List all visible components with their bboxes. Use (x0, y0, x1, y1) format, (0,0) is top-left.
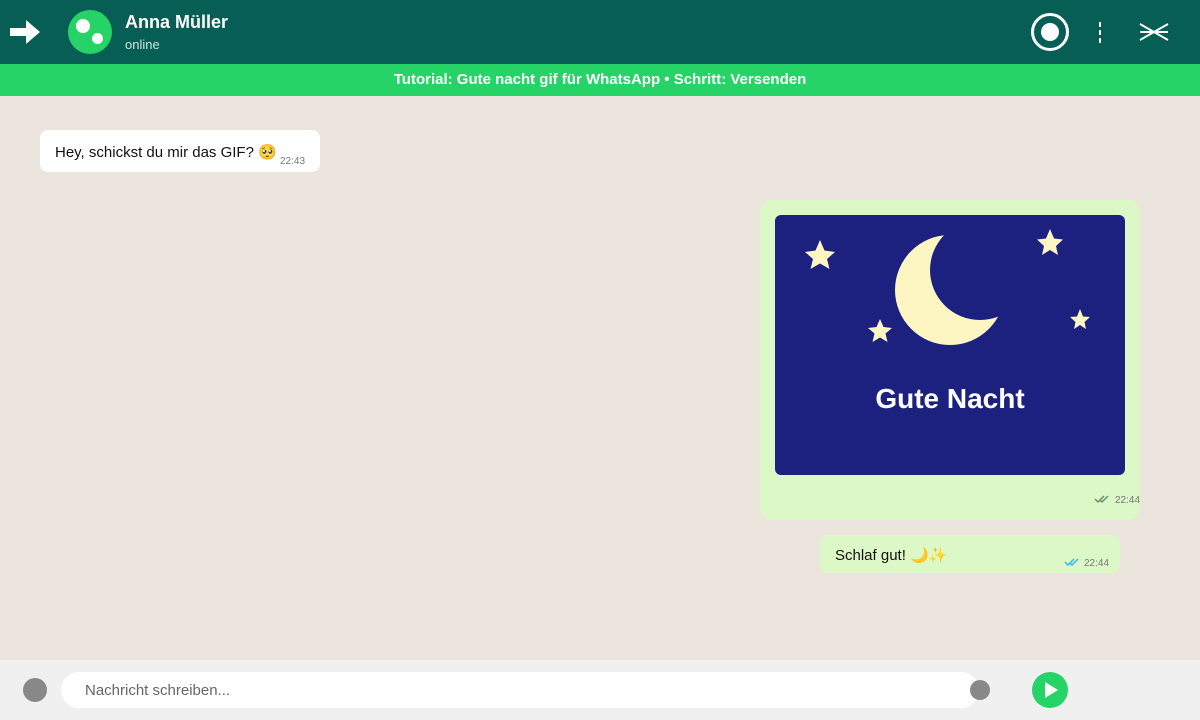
message-time: 22:43 (280, 156, 306, 167)
gif-title: Gute Nacht (875, 383, 1025, 414)
contact-status: online (125, 37, 160, 52)
contact-avatar[interactable] (68, 10, 112, 54)
star-icon (1037, 229, 1063, 255)
emoji-icon[interactable] (23, 678, 47, 702)
star-icon (805, 240, 835, 269)
send-icon (1045, 682, 1058, 698)
star-icon (1070, 309, 1090, 329)
close-icon (1139, 23, 1169, 41)
close-button[interactable] (1136, 18, 1172, 46)
message-bubble-incoming[interactable]: Hey, schickst du mir das GIF? 🥺 22:43 (40, 130, 320, 172)
record-button[interactable] (1031, 13, 1069, 51)
composer-bar (0, 660, 1200, 720)
message-time: 22:44 (1084, 558, 1110, 569)
back-button[interactable] (8, 16, 42, 48)
attach-icon[interactable] (970, 680, 990, 700)
arrow-right-icon (10, 20, 40, 44)
record-icon (1041, 23, 1059, 41)
message-bubble-gif[interactable]: Gute Nacht 22:44 (760, 200, 1140, 520)
message-text: Hey, schickst du mir das GIF? 🥺 (55, 144, 277, 161)
contact-name[interactable]: Anna Müller (125, 12, 228, 33)
message-time: 22:44 (1115, 495, 1141, 506)
double-check-icon (1094, 495, 1109, 504)
star-icon (868, 319, 892, 342)
chat-header: Anna Müller online (0, 0, 1200, 64)
gif-preview[interactable]: Gute Nacht (775, 215, 1125, 475)
tutorial-banner: Tutorial: Gute nacht gif für WhatsApp • … (0, 64, 1200, 96)
double-check-icon (1064, 558, 1079, 567)
message-text: Schlaf gut! 🌙✨ (835, 547, 948, 564)
moon-stars-illustration (805, 220, 1090, 345)
menu-button[interactable] (1090, 18, 1110, 46)
more-vertical-icon (1099, 22, 1101, 43)
message-bubble-outgoing[interactable]: Schlaf gut! 🌙✨ 22:44 (820, 535, 1120, 573)
message-input[interactable] (61, 672, 979, 708)
send-button[interactable] (1032, 672, 1068, 708)
